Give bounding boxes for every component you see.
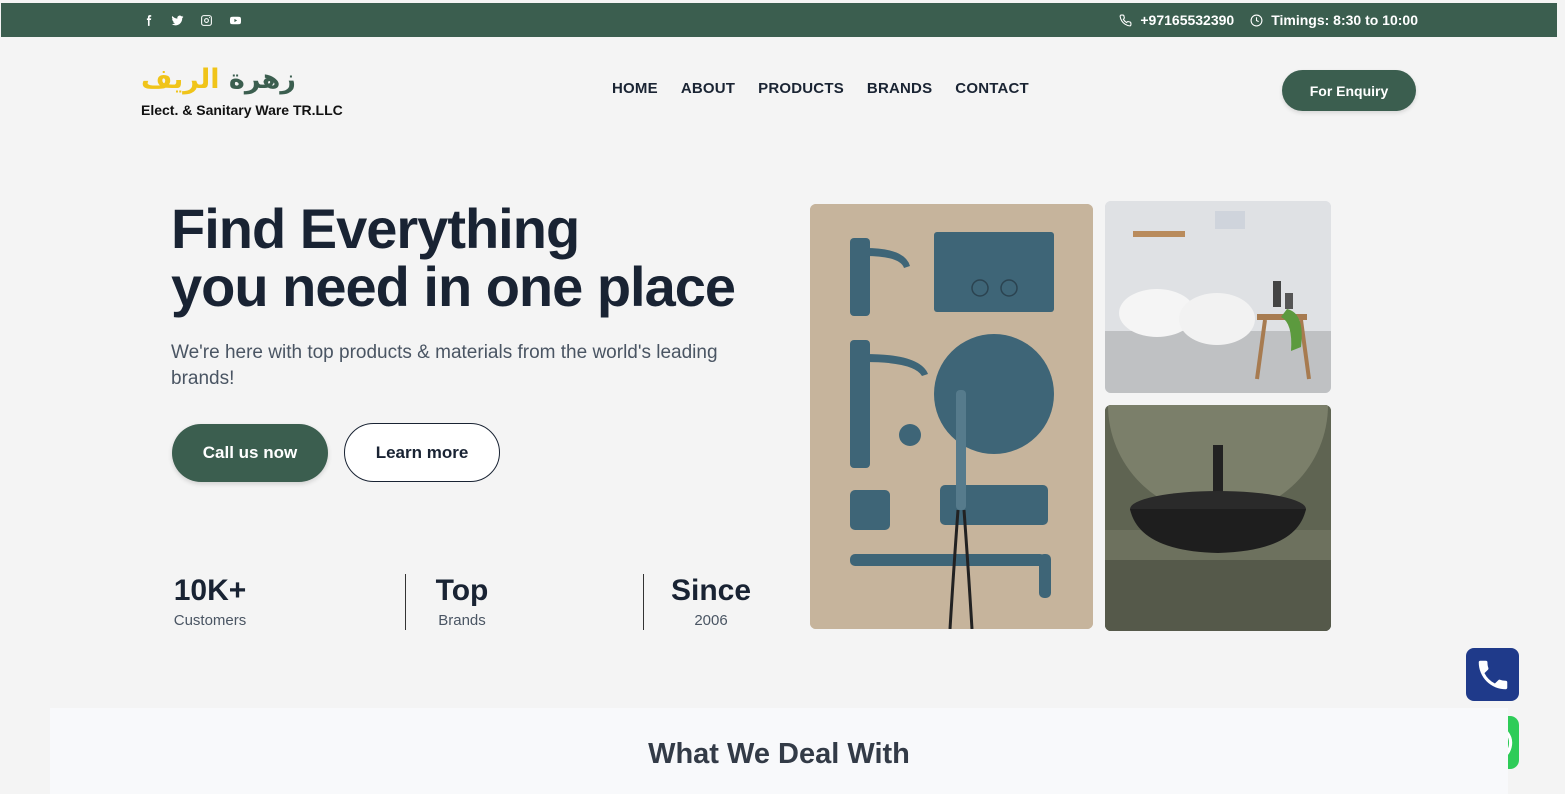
logo-arabic: زهرة الريف [141,62,343,98]
hero-title-line2: you need in one place [171,255,736,318]
top-timings: Timings: 8:30 to 10:00 [1250,12,1418,28]
floating-call-button[interactable] [1466,648,1519,701]
deal-section-title: What We Deal With [648,738,910,770]
deal-section: What We Deal With [50,708,1508,794]
logo-subtitle: Elect. & Sanitary Ware TR.LLC [141,102,343,118]
learn-more-button[interactable]: Learn more [344,423,500,482]
stat-label: Brands [438,612,486,629]
stat-label: 2006 [694,612,728,629]
call-us-button[interactable]: Call us now [172,424,328,482]
nav-products[interactable]: PRODUCTS [758,80,844,97]
logo-arabic-word1: زهرة [228,64,296,95]
main-nav: HOME ABOUT PRODUCTS BRANDS CONTACT [612,80,1029,97]
phone-icon [1119,14,1132,26]
facebook-icon[interactable] [141,13,156,28]
clock-icon [1250,14,1263,26]
hero-subtitle: We're here with top products & materials… [171,342,718,389]
nav-contact[interactable]: CONTACT [955,80,1029,97]
youtube-icon[interactable] [228,13,243,28]
site-logo[interactable]: زهرة الريف Elect. & Sanitary Ware TR.LLC [141,62,343,118]
hero-image-bathroom [1105,201,1331,393]
stat-divider [405,574,406,630]
hero-image-fixtures [810,204,1093,629]
stat-value: 10K+ [173,574,247,607]
hero-title-line1: Find Everything [171,197,580,260]
stat-customers: 10K+ Customers [171,574,249,629]
nav-about[interactable]: ABOUT [681,80,735,97]
stat-value: Since [670,574,752,607]
top-phone-number: +97165532390 [1140,12,1235,28]
top-bar: +97165532390 Timings: 8:30 to 10:00 [1,3,1557,37]
logo-arabic-word2: الريف [141,64,220,95]
stat-divider [643,574,644,630]
hero-title: Find Everything you need in one place [171,197,736,318]
stat-label: Customers [173,612,247,629]
timings-text: Timings: 8:30 to 10:00 [1271,12,1418,28]
phone-icon [1478,660,1507,689]
stat-value: Top [435,574,489,607]
stat-since: Since 2006 [670,574,752,629]
top-phone[interactable]: +97165532390 [1119,12,1234,28]
social-links [141,3,243,37]
twitter-icon[interactable] [170,13,185,28]
top-contact-info: +97165532390 Timings: 8:30 to 10:00 [1119,3,1418,37]
enquiry-button[interactable]: For Enquiry [1282,70,1416,111]
instagram-icon[interactable] [199,13,214,28]
stat-brands: Top Brands [432,574,492,629]
nav-home[interactable]: HOME [612,80,658,97]
nav-brands[interactable]: BRANDS [867,80,932,97]
hero-image-sink [1105,405,1331,631]
